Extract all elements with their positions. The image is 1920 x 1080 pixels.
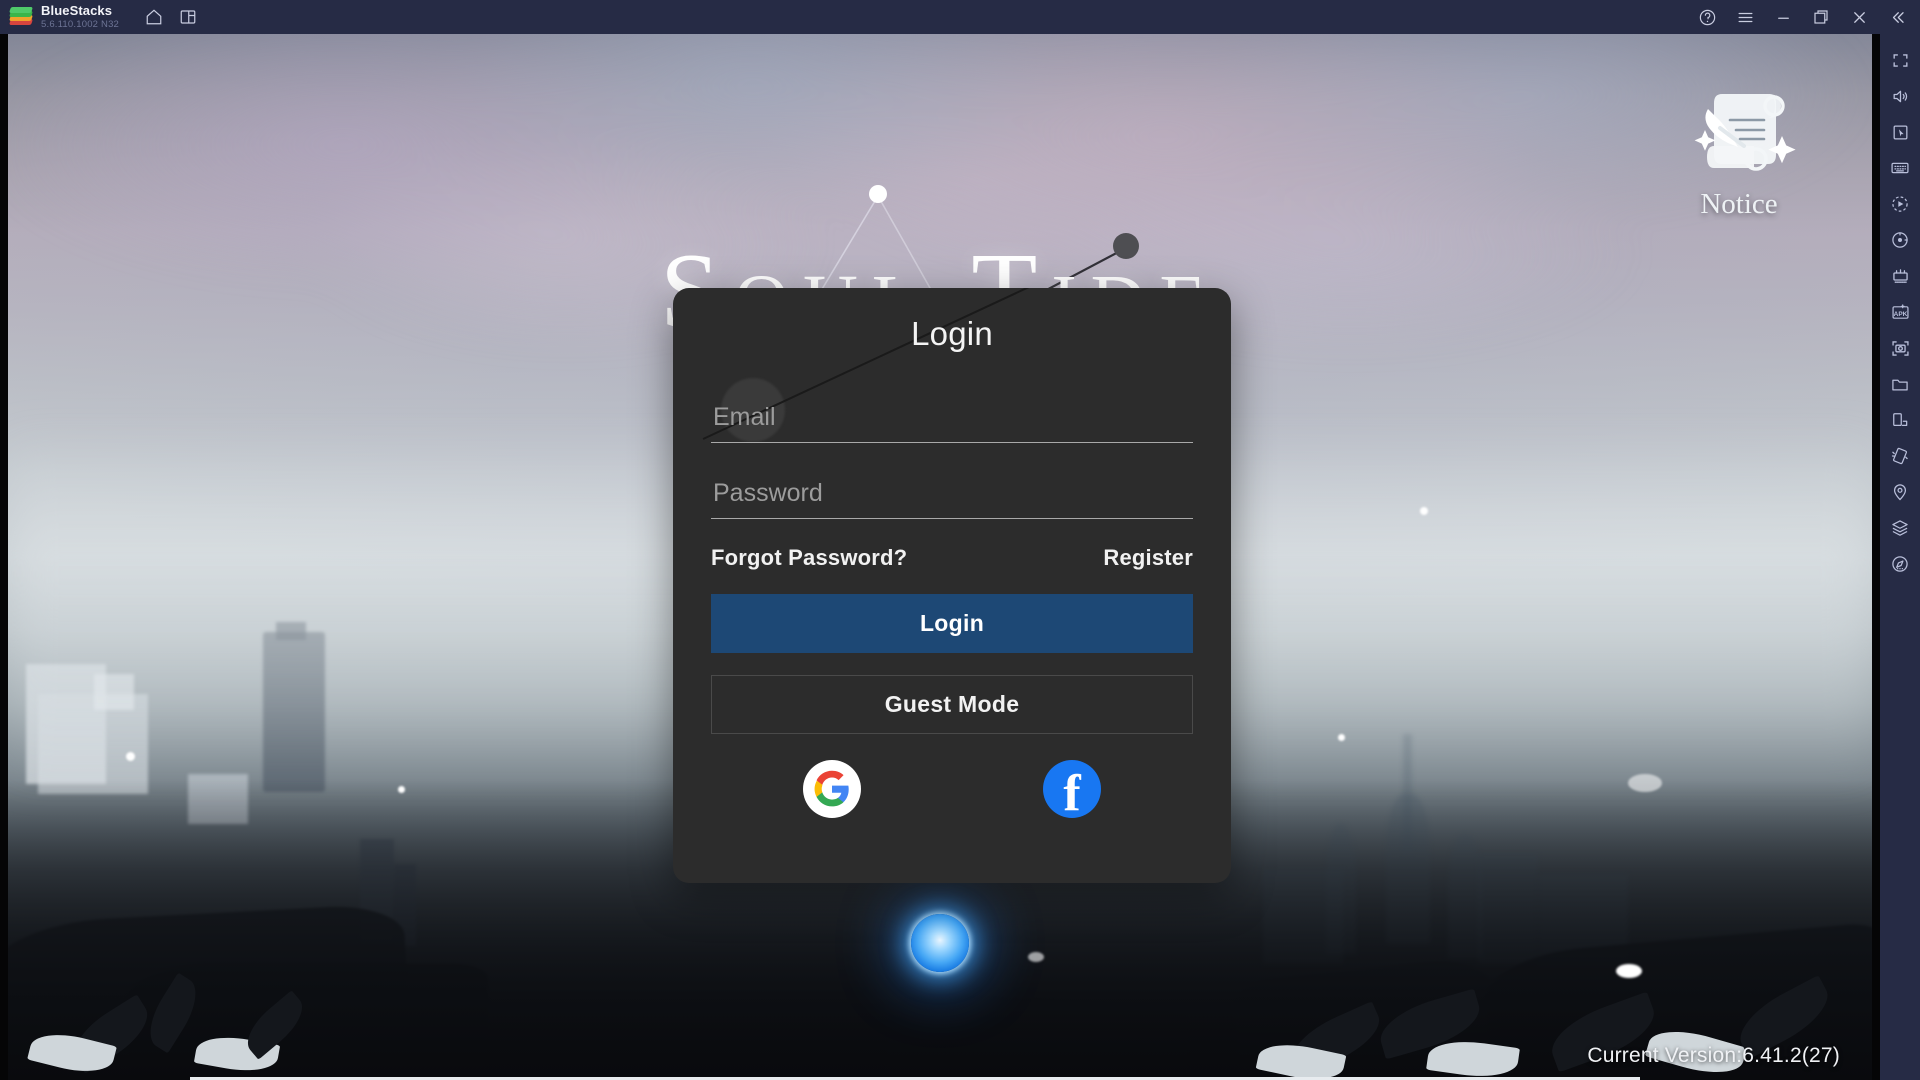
- maximize-icon[interactable]: [1802, 0, 1840, 34]
- macro-record-icon[interactable]: [1880, 186, 1920, 222]
- game-viewport: Soul Tide: [0, 34, 1880, 1080]
- password-field-wrapper: [711, 475, 1193, 519]
- layers-icon[interactable]: [1880, 510, 1920, 546]
- close-icon[interactable]: [1840, 0, 1878, 34]
- loading-orb: [911, 914, 969, 972]
- cursor-icon[interactable]: [1880, 114, 1920, 150]
- app-version: 5.6.110.1002 N32: [41, 19, 120, 31]
- light-sparkle: [1338, 734, 1345, 741]
- volume-icon[interactable]: [1880, 78, 1920, 114]
- bluestacks-window: BlueStacks 5.6.110.1002 N32 Notice Login…: [0, 0, 1920, 1080]
- app-name: BlueStacks: [41, 3, 113, 19]
- register-link[interactable]: Register: [1103, 545, 1193, 571]
- shake-icon[interactable]: [1880, 438, 1920, 474]
- login-button[interactable]: Login: [711, 594, 1193, 653]
- light-sparkle: [1616, 964, 1642, 978]
- keyboard-icon[interactable]: [1880, 150, 1920, 186]
- google-login-icon[interactable]: [803, 760, 861, 818]
- install-apk-icon[interactable]: APK: [1880, 294, 1920, 330]
- social-login-row: f: [673, 760, 1231, 818]
- facebook-glyph: f: [1063, 764, 1081, 818]
- menu-icon[interactable]: [1726, 0, 1764, 34]
- password-input[interactable]: [711, 475, 1193, 519]
- scroll-quill-icon: [1694, 94, 1796, 171]
- multi-instance-sync-icon[interactable]: [1880, 258, 1920, 294]
- auth-links-row: Forgot Password? Register: [711, 545, 1193, 571]
- game-canvas: Soul Tide: [8, 34, 1872, 1080]
- letterbox-left: [0, 34, 8, 1080]
- bluestacks-sidebar: APK: [1880, 34, 1920, 1080]
- minimize-icon[interactable]: [1764, 0, 1802, 34]
- screenshot-icon[interactable]: [1880, 330, 1920, 366]
- title-bar: BlueStacks 5.6.110.1002 N32: [0, 0, 1920, 34]
- email-input[interactable]: [711, 399, 1193, 443]
- rotate-screen-icon[interactable]: [1880, 402, 1920, 438]
- window-controls: [1688, 0, 1920, 34]
- login-panel: Login Forgot Password? Register Login Gu…: [673, 288, 1231, 883]
- notice-label: Notice: [1700, 188, 1778, 220]
- collapse-sidebar-icon[interactable]: [1878, 0, 1916, 34]
- email-field-wrapper: [711, 399, 1193, 443]
- facebook-login-icon[interactable]: f: [1043, 760, 1101, 818]
- game-version-label: Current Version:6.41.2(27): [1587, 1044, 1840, 1067]
- light-sparkle: [126, 752, 135, 761]
- script-icon[interactable]: [1880, 222, 1920, 258]
- home-icon[interactable]: [137, 0, 171, 34]
- compass-icon[interactable]: [1880, 546, 1920, 582]
- forgot-password-link[interactable]: Forgot Password?: [711, 545, 907, 571]
- bluestacks-logo-icon: [9, 6, 33, 28]
- location-icon[interactable]: [1880, 474, 1920, 510]
- media-manager-icon[interactable]: [1880, 366, 1920, 402]
- app-identity: BlueStacks 5.6.110.1002 N32: [41, 4, 119, 30]
- fullscreen-icon[interactable]: [1880, 42, 1920, 78]
- titlebar-nav-group: [137, 0, 205, 34]
- light-sparkle: [1028, 952, 1044, 962]
- multi-instance-icon[interactable]: [171, 0, 205, 34]
- notice-button[interactable]: Notice: [1664, 76, 1814, 221]
- guest-mode-button[interactable]: Guest Mode: [711, 675, 1193, 734]
- letterbox-right: [1872, 34, 1880, 1080]
- svg-text:APK: APK: [1893, 311, 1907, 318]
- help-icon[interactable]: [1688, 0, 1726, 34]
- light-sparkle: [1628, 774, 1662, 792]
- light-sparkle: [398, 786, 405, 793]
- light-sparkle: [1420, 507, 1428, 515]
- login-title: Login: [911, 315, 993, 352]
